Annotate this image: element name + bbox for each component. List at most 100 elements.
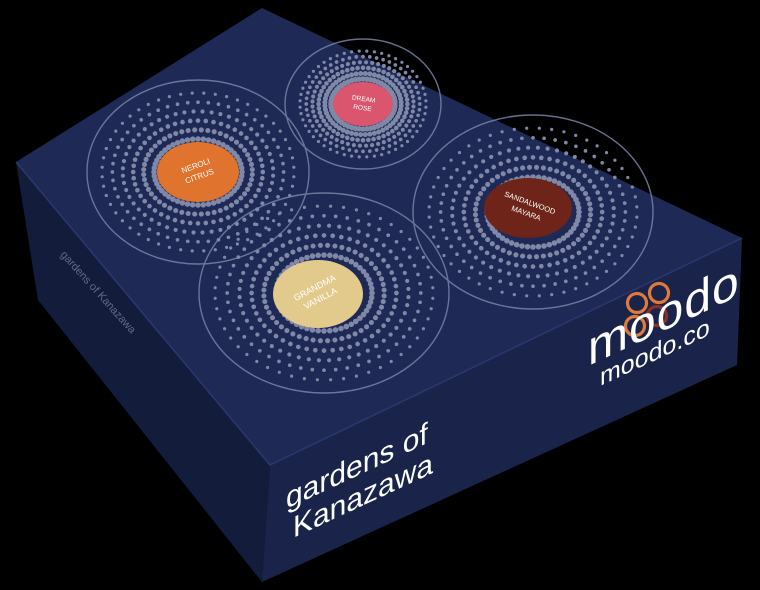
pattern-dot: [328, 141, 333, 145]
pattern-dot: [187, 220, 193, 226]
pattern-dot: [587, 240, 593, 246]
pattern-dot: [179, 129, 185, 135]
pattern-dot: [125, 130, 130, 135]
pattern-dot: [592, 154, 597, 159]
pattern-dot: [341, 57, 345, 62]
pattern-dot: [249, 325, 254, 330]
pattern-dot: [142, 140, 148, 146]
pattern-dot: [421, 255, 425, 259]
pattern-dot: [585, 282, 589, 286]
pattern-dot: [368, 260, 374, 267]
pattern-dot: [167, 133, 173, 139]
pattern-dot: [371, 130, 377, 136]
pattern-dot: [302, 205, 306, 209]
pattern-dot: [255, 222, 259, 227]
pattern-dot: [332, 243, 338, 249]
pattern-dot: [537, 126, 541, 130]
pattern-dot: [436, 175, 440, 180]
pattern-dot: [120, 202, 125, 207]
pattern-dot: [547, 262, 552, 268]
pattern-dot: [354, 374, 358, 378]
pattern-dot: [179, 138, 186, 144]
pattern-dot: [526, 254, 533, 260]
pattern-dot: [266, 270, 272, 276]
pattern-dot: [304, 102, 309, 106]
pattern-dot: [396, 72, 401, 77]
pattern-dot: [587, 217, 593, 223]
pattern-dot: [633, 225, 637, 229]
pattern-dot: [278, 348, 283, 353]
pattern-dot: [421, 327, 425, 331]
pattern-dot: [530, 155, 536, 160]
pattern-dot: [312, 89, 317, 94]
pattern-dot: [367, 359, 371, 364]
pattern-dot: [281, 161, 285, 166]
pattern-dot: [342, 153, 346, 157]
pattern-dot: [473, 217, 479, 223]
pattern-dot: [173, 130, 179, 137]
pattern-dot: [307, 75, 311, 79]
pattern-dot: [147, 203, 152, 209]
pattern-dot: [612, 175, 617, 180]
pattern-dot: [321, 348, 327, 353]
pattern-dot: [579, 232, 585, 238]
pattern-dot: [317, 123, 322, 128]
pattern-dot: [258, 157, 264, 163]
pattern-dot: [626, 244, 630, 249]
pattern-dot: [157, 118, 162, 123]
pattern-dot: [376, 135, 382, 141]
pattern-dot: [381, 140, 386, 145]
pattern-dot: [147, 135, 152, 141]
pattern-dot: [381, 69, 386, 75]
pattern-dot: [262, 243, 267, 248]
pattern-dot: [542, 136, 546, 141]
pattern-dot: [249, 297, 255, 303]
pattern-dot: [323, 66, 328, 71]
pattern-dot: [284, 328, 290, 334]
pattern-dot: [114, 129, 118, 133]
pattern-dot: [324, 81, 329, 86]
pattern-dot: [158, 127, 164, 133]
pattern-dot: [450, 213, 455, 218]
product-photo: DREAM ROSE NEROLI CITRUS SANDALWOOD MAYA…: [15, 8, 743, 582]
pattern-dot: [481, 260, 486, 265]
pattern-dot: [450, 206, 455, 211]
pattern-dot: [120, 219, 124, 223]
pattern-dot: [242, 335, 247, 339]
pattern-dot: [554, 168, 560, 174]
pattern-dot: [360, 137, 366, 143]
pattern-dot: [225, 95, 229, 99]
pattern-dot: [261, 293, 267, 299]
pattern-dot: [310, 214, 315, 219]
pattern-dot: [399, 318, 404, 323]
pattern-dot: [316, 106, 322, 111]
pattern-dot: [364, 143, 369, 148]
pattern-dot: [180, 119, 185, 125]
pattern-dot: [399, 352, 403, 357]
pattern-dot: [200, 109, 205, 114]
pattern-dot: [400, 60, 404, 64]
pattern-dot: [367, 131, 373, 137]
pattern-dot: [585, 138, 589, 142]
pattern-dot: [424, 99, 428, 103]
pattern-dot: [226, 104, 231, 109]
pattern-dot: [441, 192, 446, 197]
pattern-dot: [249, 342, 254, 347]
pattern-dot: [599, 216, 605, 221]
pattern-dot: [429, 225, 433, 229]
pattern-dot: [311, 109, 316, 114]
pattern-dot: [547, 252, 553, 258]
pattern-dot: [267, 151, 272, 157]
pattern-dot: [378, 276, 385, 282]
pattern-dot: [500, 247, 506, 253]
pattern-dot: [404, 80, 409, 85]
pattern-dot: [449, 158, 453, 162]
pattern-dot: [312, 114, 317, 119]
pattern-dot: [582, 191, 589, 197]
pattern-dot: [478, 245, 484, 251]
pattern-dot: [599, 209, 605, 215]
pattern-dot: [604, 236, 609, 241]
pattern-dot: [478, 173, 484, 179]
pattern-dot: [411, 99, 416, 104]
pattern-dot: [429, 195, 433, 199]
